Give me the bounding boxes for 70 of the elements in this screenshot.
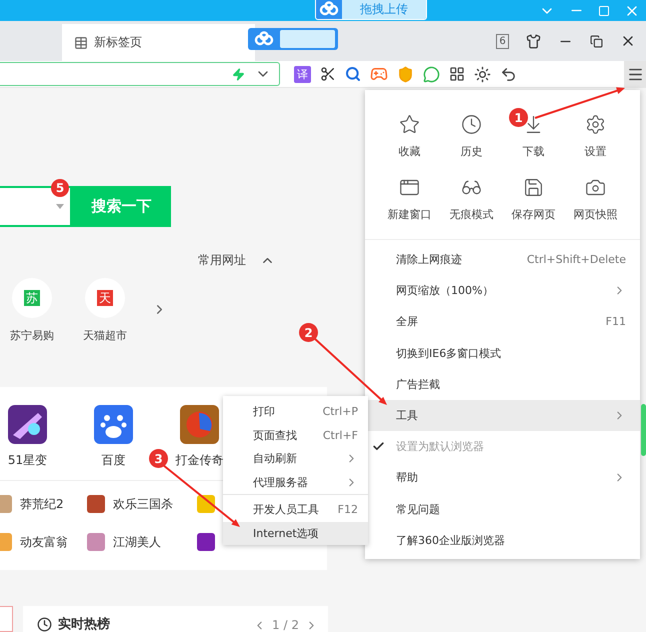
settings-icon [585, 114, 606, 135]
game-label[interactable]: 动友富翁 [20, 534, 68, 550]
menu-action[interactable]: 保存网页 [502, 177, 564, 222]
orb-icon[interactable] [180, 405, 219, 444]
submenu-item[interactable]: 代理服务器 [223, 470, 368, 494]
grid-icon [74, 36, 88, 50]
star-icon [399, 114, 420, 135]
game-label[interactable]: 江湖美人 [113, 534, 161, 550]
game-label[interactable]: 莽荒纪2 [20, 496, 64, 512]
game-icon[interactable] [8, 405, 47, 444]
menu-item[interactable]: 网页缩放（100%） [365, 275, 640, 306]
submenu-item[interactable]: 页面查找 Ctrl+F [223, 424, 368, 447]
dropdown-icon[interactable] [56, 204, 64, 209]
menu-item[interactable]: 工具 [365, 400, 640, 432]
camera-icon [585, 177, 606, 198]
menu-item[interactable]: 常见问题 [365, 494, 640, 525]
tab-count[interactable]: 6 [496, 34, 509, 48]
app-label[interactable]: 打金传奇 [176, 452, 224, 469]
game-icon[interactable] [197, 533, 215, 551]
submenu-item[interactable]: Internet选项 [223, 522, 368, 545]
menu-action[interactable]: 无痕模式 [440, 177, 502, 222]
section-title: 常用网址 [198, 252, 246, 269]
address-field[interactable] [0, 62, 280, 86]
chat-icon[interactable] [423, 66, 440, 82]
menu-action[interactable]: 设置 [564, 114, 626, 159]
gamepad-icon[interactable] [370, 65, 388, 83]
menu-item[interactable]: 了解360企业版浏览器 [365, 524, 640, 556]
site-label[interactable]: 天猫超市 [83, 328, 127, 343]
count-badge: 5 [51, 179, 69, 197]
lightning-icon[interactable] [232, 68, 245, 80]
step-marker: 2 [299, 323, 318, 342]
menu-action[interactable]: 网页快照 [564, 177, 626, 222]
menu-item[interactable]: 清除上网痕迹 Ctrl+Shift+Delete [365, 244, 640, 276]
page-indicator: 1 / 2 [272, 618, 299, 632]
menu-item[interactable]: 切换到IE6多窗口模式 [365, 338, 640, 369]
hot-list-title: 实时热榜 [58, 618, 110, 632]
side-tab[interactable] [0, 606, 13, 632]
shirt-icon[interactable] [526, 34, 541, 48]
menu-action[interactable]: 新建窗口 [378, 177, 440, 222]
menu-item[interactable]: 帮助 [365, 462, 640, 494]
submenu-item[interactable]: 自动刷新 [223, 447, 368, 470]
upload-widget[interactable] [248, 28, 338, 50]
site-icon[interactable]: 天 [85, 278, 125, 318]
menu-icon[interactable] [624, 61, 646, 87]
tab[interactable]: 新标签页 [62, 24, 255, 61]
menu-item[interactable]: 全屏 F11 [365, 306, 640, 338]
sun-icon[interactable] [474, 66, 491, 82]
scissors-icon[interactable] [320, 66, 336, 82]
save-icon [523, 177, 544, 198]
search-icon[interactable] [345, 66, 361, 82]
window-icon [399, 177, 420, 198]
shield-icon[interactable] [397, 66, 414, 82]
grid-icon[interactable] [449, 66, 465, 82]
restore-icon[interactable] [590, 34, 603, 48]
submenu-item[interactable]: 打印 Ctrl+P [223, 400, 368, 424]
game-label[interactable]: 欢乐三国杀 [113, 496, 173, 512]
clock-icon [461, 114, 482, 135]
site-label[interactable]: 苏宁易购 [10, 328, 54, 343]
maximize-icon[interactable] [598, 4, 610, 16]
app-label[interactable]: 百度 [102, 452, 126, 469]
submenu-item[interactable]: 开发人员工具 F12 [223, 498, 368, 522]
app-label[interactable]: 51星变 [8, 452, 48, 469]
paw-icon[interactable] [94, 405, 133, 444]
menu-item[interactable]: 广告拦截 [365, 368, 640, 400]
translate-button[interactable]: 译 [294, 66, 311, 82]
scrollbar-thumb[interactable] [641, 404, 646, 456]
menu-action[interactable]: 历史 [440, 114, 502, 159]
clock-icon [37, 617, 52, 632]
menu-action[interactable]: 收藏 [378, 114, 440, 159]
undo-icon[interactable] [500, 66, 517, 82]
